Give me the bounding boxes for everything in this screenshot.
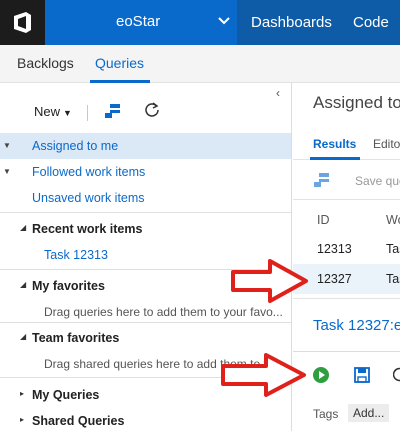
query-label: Assigned to me [32, 139, 119, 153]
row-id: 12313 [317, 242, 352, 256]
project-selector[interactable]: eoStar [45, 0, 237, 45]
project-name: eoStar [116, 13, 161, 30]
divider [293, 199, 400, 200]
refresh-icon[interactable] [143, 101, 161, 119]
chevron-down-icon [218, 17, 230, 25]
collapse-pane-icon[interactable]: ‹ [276, 86, 280, 100]
hub-tab-bar: Backlogs Queries [0, 45, 400, 83]
vsts-logo-icon [14, 12, 31, 33]
expand-arrow-icon: ▼ [3, 141, 11, 150]
tab-results[interactable]: Results [313, 137, 356, 151]
expanded-triangle-icon: ◢ [20, 223, 27, 232]
annotation-arrow-icon [231, 259, 308, 303]
run-play-icon[interactable] [312, 366, 330, 384]
work-item-title[interactable]: Task 12327:e [313, 317, 400, 334]
row-id: 12327 [317, 272, 352, 286]
tab-editor[interactable]: Edito [373, 137, 400, 151]
new-label: New [34, 104, 61, 119]
tab-backlogs[interactable]: Backlogs [17, 55, 74, 71]
add-tag-button[interactable]: Add... [348, 404, 390, 422]
section-title: My Queries [32, 388, 100, 402]
toolbar-separator [87, 105, 88, 121]
tags-label: Tags [313, 407, 339, 421]
query-assigned-to-me[interactable]: ▼ Assigned to me [0, 133, 291, 159]
recent-item-task[interactable]: Task 12313 [44, 248, 108, 262]
expanded-triangle-icon: ◢ [20, 280, 27, 289]
query-followed-work-items[interactable]: ▼ Followed work items [0, 159, 291, 185]
query-results-pane: Assigned to Results Edito Save que ID Wo… [293, 83, 400, 431]
new-query-icon[interactable] [104, 103, 122, 119]
section-title: Team favorites [32, 331, 120, 345]
tab-queries[interactable]: Queries [95, 55, 144, 71]
query-unsaved-work-items[interactable]: Unsaved work items [0, 185, 291, 211]
column-header-work-item-type[interactable]: Wo [386, 213, 400, 227]
row-type: Tas [386, 242, 400, 256]
section-title: Recent work items [32, 222, 143, 236]
expanded-triangle-icon: ◢ [20, 332, 27, 341]
save-icon[interactable] [353, 366, 371, 384]
section-divider [0, 322, 291, 323]
save-query-button[interactable]: Save que [355, 174, 400, 188]
new-query-dropdown[interactable]: New ▼ [34, 104, 72, 119]
save-query-icon[interactable] [313, 172, 331, 188]
query-title: Assigned to [313, 93, 400, 112]
active-tab-indicator [310, 157, 360, 160]
expand-arrow-icon: ▼ [3, 167, 11, 176]
row-type: Tas [386, 272, 400, 286]
caret-down-icon: ▼ [63, 108, 72, 118]
undo-icon[interactable] [393, 365, 400, 383]
section-title: My favorites [32, 279, 105, 293]
query-label: Followed work items [32, 165, 146, 179]
section-title: Shared Queries [32, 414, 125, 428]
logo[interactable] [0, 0, 45, 45]
query-label: Unsaved work items [32, 191, 145, 205]
divider [293, 351, 400, 352]
my-favorites-hint: Drag queries here to add them to your fa… [44, 305, 283, 319]
collapsed-triangle-icon: ▸ [20, 415, 25, 424]
section-divider [0, 212, 291, 213]
top-bar: eoStar Dashboards Code [0, 0, 400, 45]
column-header-id[interactable]: ID [317, 213, 330, 227]
annotation-arrow-icon [221, 353, 306, 397]
results-tabs: Results Edito [293, 127, 400, 160]
nav-dashboards[interactable]: Dashboards [237, 0, 339, 45]
nav-code[interactable]: Code [339, 0, 400, 45]
collapsed-triangle-icon: ▸ [20, 389, 25, 398]
